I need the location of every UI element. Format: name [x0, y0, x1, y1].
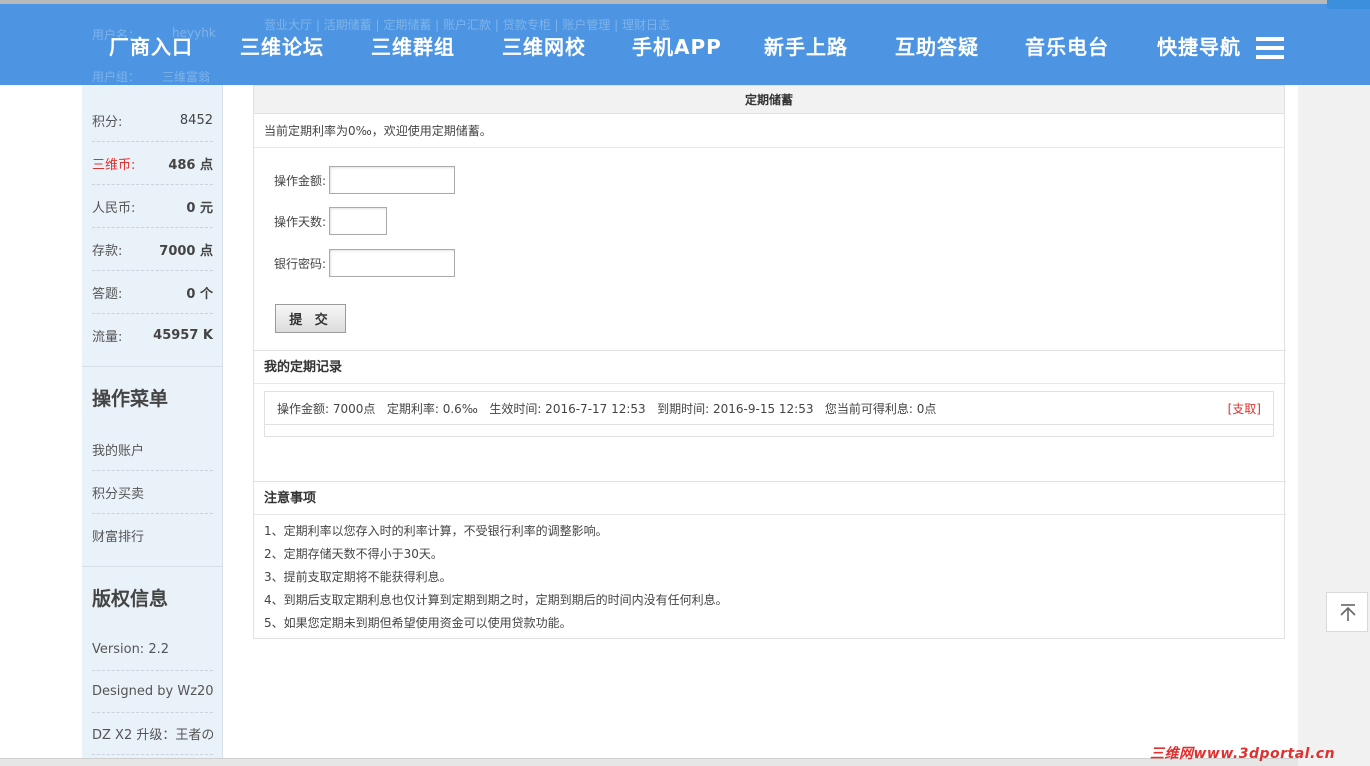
records-title: 我的定期记录 — [254, 350, 1286, 384]
amount-input[interactable] — [329, 166, 456, 194]
amount-label: 操作金额: — [274, 173, 327, 188]
record-empty-row — [265, 425, 1273, 436]
deposit-panel: 定期储蓄 当前定期利率为0‰，欢迎使用定期储蓄。 操作金额: 操作天数: 银行密… — [253, 85, 1286, 639]
note-item: 4、到期后支取定期利息也仅计算到定期到期之时，定期到期后的时间内没有任何利息。 — [264, 593, 728, 607]
days-label: 操作天数: — [274, 214, 327, 229]
nav-item-groups[interactable]: 三维群组 — [371, 31, 455, 60]
nav-item-forum[interactable]: 三维论坛 — [240, 31, 324, 60]
nav-item-school[interactable]: 三维网校 — [502, 31, 586, 60]
amount-row: 操作金额: — [274, 166, 456, 194]
stat-row-answers: 答题: 0 个 — [92, 271, 213, 314]
stat-row-points: 积分: 8452 — [92, 99, 213, 142]
top-nav: 用户名： heyyhk 用户组： 三维富翁 营业大厅 | 活期储蓄 | 定期储蓄… — [0, 4, 1370, 85]
copyright-designer: Designed by Wz200... — [92, 670, 213, 713]
nav-item-radio[interactable]: 音乐电台 — [1025, 31, 1109, 60]
table-row: 操作金额: 7000点 定期利率: 0.6‰ 生效时间: 2016-7-17 1… — [265, 392, 1273, 425]
notes-list: 1、定期利率以您存入时的利率计算，不受银行利率的调整影响。 2、定期存储天数不得… — [264, 520, 728, 635]
password-row: 银行密码: — [274, 249, 456, 277]
record-details: 操作金额: 7000点 定期利率: 0.6‰ 生效时间: 2016-7-17 1… — [277, 401, 937, 416]
rate-notice: 当前定期利率为0‰，欢迎使用定期储蓄。 — [254, 114, 1284, 148]
back-to-top-button[interactable] — [1326, 592, 1368, 632]
days-input[interactable] — [329, 207, 388, 235]
right-gutter — [1298, 0, 1370, 766]
sidebar-link-points-trade[interactable]: 积分买卖 — [92, 471, 213, 514]
note-item: 3、提前支取定期将不能获得利息。 — [264, 570, 452, 584]
sidebar-link-my-account[interactable]: 我的账户 — [92, 428, 213, 471]
nav-item-app[interactable]: 手机APP — [632, 31, 722, 60]
menu-heading: 操作菜单 — [82, 366, 223, 428]
withdraw-link[interactable]: [支取] — [1228, 400, 1261, 417]
password-label: 银行密码: — [274, 256, 327, 271]
nav-item-vendor[interactable]: 厂商入口 — [109, 31, 193, 60]
stat-row-rmb: 人民币: 0 元 — [92, 185, 213, 228]
bottom-scrollbar[interactable] — [0, 758, 1298, 766]
nav-item-newbie[interactable]: 新手上路 — [764, 31, 848, 60]
nav-item-qa[interactable]: 互助答疑 — [895, 31, 979, 60]
bank-password-input[interactable] — [329, 249, 456, 277]
ghost-usergroup-value: 三维富翁 — [162, 70, 211, 84]
note-item: 5、如果您定期未到期但希望使用资金可以使用贷款功能。 — [264, 616, 572, 630]
ghost-bank-tabs: 营业大厅 | 活期储蓄 | 定期储蓄 | 账户汇款 | 贷款专柜 | 账户管理 … — [264, 18, 671, 32]
note-item: 1、定期利率以您存入时的利率计算，不受银行利率的调整影响。 — [264, 524, 608, 538]
days-row: 操作天数: — [274, 207, 388, 235]
arrow-up-icon — [1340, 604, 1356, 621]
list-menu-icon[interactable] — [1256, 37, 1284, 59]
ghost-usergroup-label: 用户组： — [92, 70, 141, 84]
note-item: 2、定期存储天数不得小于30天。 — [264, 547, 443, 561]
copyright-upgrade: DZ X2 升级：王者の... — [92, 712, 213, 755]
copyright-version: Version: 2.2 — [92, 628, 213, 671]
notes-title: 注意事项 — [254, 481, 1286, 515]
deposit-title: 定期储蓄 — [254, 86, 1284, 114]
records-table: 操作金额: 7000点 定期利率: 0.6‰ 生效时间: 2016-7-17 1… — [264, 391, 1274, 437]
stat-row-deposit: 存款: 7000 点 — [92, 228, 213, 271]
sidebar-link-wealth-rank[interactable]: 财富排行 — [92, 514, 213, 557]
corner-tab — [1327, 0, 1370, 9]
stat-row-traffic: 流量: 45957 K — [92, 328, 213, 345]
sidebar: 积分: 8452 三维币: 486 点 人民币: 0 元 存款: 7000 点 … — [82, 85, 223, 766]
submit-button[interactable]: 提 交 — [275, 304, 346, 333]
site-watermark: 三维网www.3dportal.cn — [1150, 746, 1336, 762]
copyright-heading: 版权信息 — [82, 566, 223, 628]
nav-item-quicknav[interactable]: 快捷导航 — [1157, 31, 1241, 60]
stat-row-coins: 三维币: 486 点 — [92, 142, 213, 185]
